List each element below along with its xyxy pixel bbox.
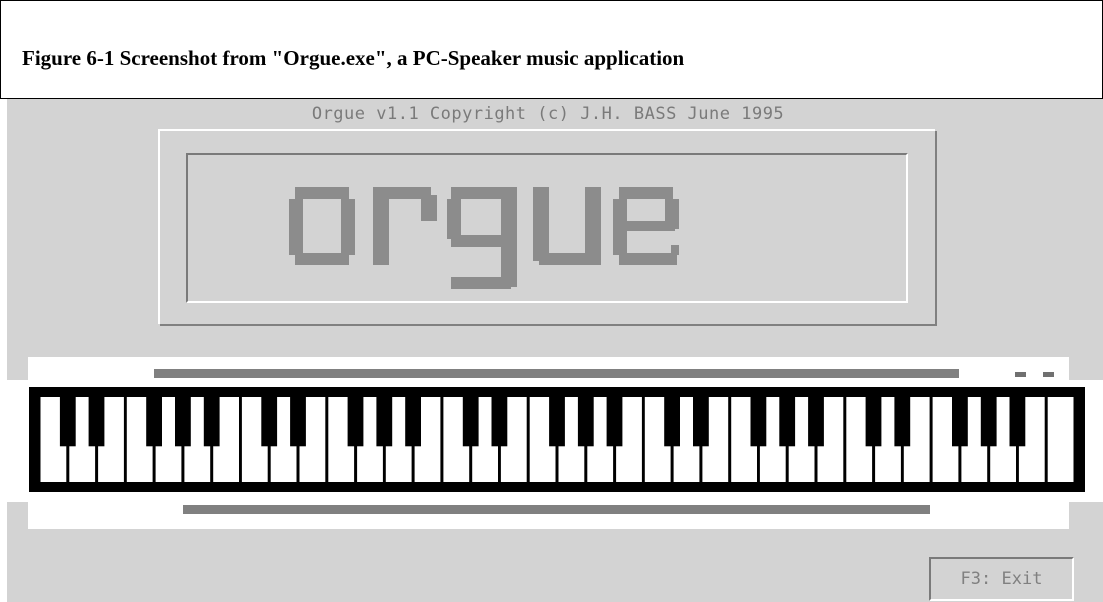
indicator-light [1015,372,1026,377]
black-key[interactable] [59,397,76,447]
keyboard[interactable] [29,387,1085,492]
black-key[interactable] [808,397,824,447]
black-key[interactable] [146,397,162,447]
orgue-logo: orgue [289,187,679,289]
black-key[interactable] [261,397,278,447]
copyright-text: Orgue v1.1 Copyright (c) J.H. BASS June … [311,104,785,124]
black-key[interactable] [693,397,709,447]
black-key[interactable] [894,397,911,447]
top-bar [154,369,959,378]
black-key[interactable] [376,397,393,447]
black-key[interactable] [750,397,767,447]
figure-caption: Figure 6-1 Screenshot from "Orgue.exe", … [22,46,685,70]
bottom-bar [183,505,930,514]
black-key[interactable] [779,397,796,447]
black-key[interactable] [290,397,306,447]
black-key[interactable] [865,397,882,447]
logo-inset: orgue [186,153,908,303]
black-key[interactable] [606,397,623,447]
piano-keys[interactable] [29,387,1085,492]
black-key[interactable] [664,397,680,447]
black-key[interactable] [88,397,105,447]
black-key[interactable] [462,397,479,447]
keyboard-panel [7,357,1103,529]
black-key[interactable] [577,397,594,447]
exit-button[interactable]: F3: Exit [929,557,1074,601]
logo-panel: orgue [160,131,937,326]
black-key[interactable] [203,397,220,447]
black-key[interactable] [405,397,421,447]
black-key[interactable] [347,397,364,447]
black-key[interactable] [980,397,997,447]
indicator-light [1043,372,1054,377]
figure-caption-box: Figure 6-1 Screenshot from "Orgue.exe", … [0,0,1103,99]
dos-screen: Orgue v1.1 Copyright (c) J.H. BASS June … [7,99,1103,602]
white-key[interactable] [1047,397,1074,482]
black-key[interactable] [549,397,565,447]
black-key[interactable] [952,397,968,447]
black-key[interactable] [1009,397,1026,447]
black-key[interactable] [175,397,191,447]
black-key[interactable] [491,397,508,447]
